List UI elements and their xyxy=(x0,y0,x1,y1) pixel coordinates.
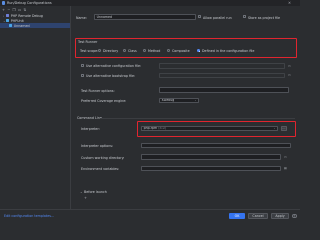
coverage-engine-value: XDebug xyxy=(161,98,175,103)
minus-icon[interactable]: − xyxy=(7,8,10,12)
coverage-engine-dropdown[interactable]: XDebug ⌄ xyxy=(159,97,199,103)
plus-icon[interactable]: + xyxy=(84,196,87,200)
test-runner-options-field[interactable] xyxy=(159,87,289,93)
store-as-project-label: Store as project file xyxy=(248,15,281,20)
ok-button[interactable]: OK xyxy=(229,213,245,219)
more-options-button[interactable]: ⋯ xyxy=(281,125,287,131)
scope-method-label: Method xyxy=(148,49,161,53)
allow-parallel-checkbox[interactable] xyxy=(198,15,202,19)
test-runner-options-label: Test Runner options: xyxy=(81,88,115,93)
alt-bootstrap-checkbox[interactable] xyxy=(81,73,85,77)
chevron-down-icon: ⌄ xyxy=(194,99,197,103)
run-debug-configurations-window: Run/Debug Configurations ✕ + − ❐ ▭ ⇅ › P… xyxy=(0,0,300,221)
alt-bootstrap-label: Use alternative bootstrap file: xyxy=(86,73,136,78)
tree-item-unnamed[interactable]: Unnamed xyxy=(0,23,70,28)
configuration-tree: › PHP Remote Debug ⌄ PHPUnit Unnamed xyxy=(0,13,70,203)
help-icon[interactable]: ? xyxy=(292,213,297,219)
before-launch-label[interactable]: Before launch xyxy=(84,190,107,194)
highlight-test-runner xyxy=(75,38,297,58)
edit-icon[interactable]: ▤ xyxy=(284,166,287,170)
folder-icon[interactable]: ▭ xyxy=(284,155,287,159)
alt-config-field[interactable] xyxy=(159,63,285,69)
phpunit-icon xyxy=(6,18,10,23)
name-label: Name: xyxy=(76,15,87,20)
alt-bootstrap-field[interactable] xyxy=(159,72,285,78)
environment-variables-label: Environment variables: xyxy=(81,167,120,171)
folder-icon[interactable]: ▭ xyxy=(288,73,291,77)
name-value: Unnamed xyxy=(96,14,113,19)
app-icon xyxy=(2,1,6,5)
alt-config-checkbox[interactable] xyxy=(81,64,85,68)
custom-working-directory-field[interactable] xyxy=(141,154,281,160)
apply-button[interactable]: Apply xyxy=(271,213,289,219)
cancel-button[interactable]: Cancel xyxy=(248,213,268,219)
interpreter-version: (8.0) xyxy=(158,126,167,131)
edit-configuration-templates-link[interactable]: Edit configuration templates... xyxy=(4,214,54,218)
plus-icon[interactable]: + xyxy=(2,8,5,12)
chevron-down-icon[interactable]: ⌄ xyxy=(80,190,83,194)
scope-configuration-file-label: Defined in the configuration file xyxy=(202,49,255,53)
chevron-down-icon: ⌄ xyxy=(273,127,276,131)
name-field[interactable]: Unnamed xyxy=(94,14,196,20)
allow-parallel-label: Allow parallel run xyxy=(203,15,232,20)
folder-icon[interactable]: ▭ xyxy=(288,64,291,68)
scope-directory-label: Directory xyxy=(103,49,119,53)
folder-icon[interactable]: ▭ xyxy=(18,8,21,12)
scope-configuration-file-radio[interactable] xyxy=(197,48,201,53)
title-bar: Run/Debug Configurations ✕ xyxy=(0,0,300,6)
coverage-engine-label: Preferred Coverage engine: xyxy=(81,99,127,103)
panel-divider[interactable] xyxy=(70,6,71,209)
window-title: Run/Debug Configurations xyxy=(7,1,52,5)
custom-working-directory-label: Custom working directory: xyxy=(81,155,125,160)
interpreter-value: php-fpm xyxy=(143,126,158,131)
tree-item-label: Unnamed xyxy=(13,23,30,28)
close-icon[interactable]: ✕ xyxy=(288,1,291,5)
phpunit-icon xyxy=(9,23,13,28)
copy-icon[interactable]: ❐ xyxy=(12,8,15,12)
scope-class-label: Class xyxy=(128,49,137,53)
interpreter-dropdown[interactable]: php-fpm (8.0) ⌄ xyxy=(141,125,278,131)
php-debug-icon xyxy=(6,13,10,18)
tree-item-label: PHPUnit xyxy=(10,18,24,23)
command-line-section-title: Command Line xyxy=(77,116,102,120)
scope-composite-label: Composite xyxy=(172,49,190,53)
alt-config-label: Use alternative configuration file: xyxy=(86,64,142,69)
bottom-bar: Edit configuration templates... OK Cance… xyxy=(0,209,300,221)
environment-variables-field[interactable] xyxy=(141,165,281,171)
tree-item-label: PHP Remote Debug xyxy=(10,13,43,18)
interpreter-options-label: Interpreter options: xyxy=(81,144,114,148)
interpreter-options-field[interactable] xyxy=(141,142,291,148)
store-as-project-checkbox[interactable] xyxy=(243,15,247,19)
interpreter-label: Interpreter: xyxy=(81,127,100,131)
sort-icon[interactable]: ⇅ xyxy=(23,8,26,12)
test-scope-label: Test scope: xyxy=(80,49,99,53)
